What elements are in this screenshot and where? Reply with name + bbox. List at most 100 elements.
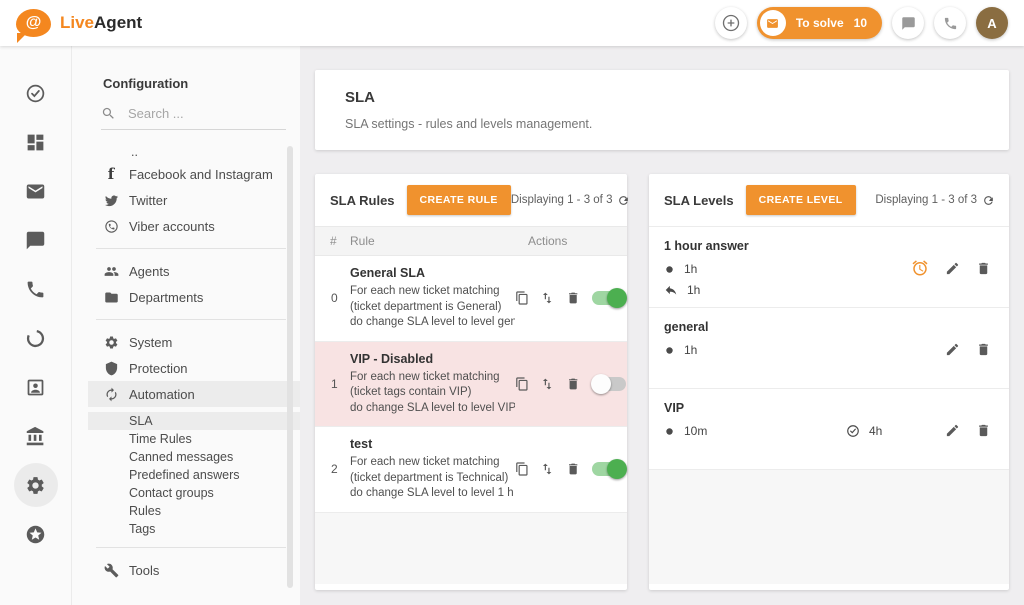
rule-title: General SLA [350, 266, 515, 280]
sidebar-item-viber[interactable]: Viber accounts [72, 213, 300, 239]
trash-icon[interactable] [976, 342, 991, 357]
rule-title: VIP - Disabled [350, 352, 515, 366]
chat-icon [25, 230, 46, 251]
main-content: SLA SLA settings - rules and levels mana… [300, 46, 1024, 605]
viber-icon [103, 218, 119, 234]
sidebar-scrollbar[interactable] [287, 146, 293, 588]
trash-icon[interactable] [566, 461, 580, 477]
sidebar-item-protection[interactable]: Protection [72, 355, 300, 381]
trash-icon[interactable] [566, 376, 580, 392]
level-row: 1 hour answer 1h 1h [649, 226, 1009, 307]
levels-empty-footer [649, 469, 1009, 584]
sidebar-item-facebook[interactable]: f Facebook and Instagram [72, 161, 300, 187]
twitter-icon [103, 192, 119, 208]
rail-dashboard[interactable] [24, 130, 48, 154]
chats-button[interactable] [892, 7, 924, 39]
sidebar-item-tools[interactable]: Tools [72, 557, 300, 583]
brand-live: Live [60, 13, 94, 32]
reorder-icon[interactable] [540, 290, 554, 306]
shield-icon [103, 360, 119, 376]
levels-toolbar: SLA Levels CREATE LEVEL Displaying 1 - 3… [649, 174, 1009, 226]
rail-rewards[interactable] [24, 522, 48, 546]
rules-toolbar: SLA Rules CREATE RULE Displaying 1 - 3 o… [315, 174, 627, 226]
sidebar-item-canned-messages[interactable]: Canned messages [72, 448, 300, 466]
sidebar-item-contact-groups[interactable]: Contact groups [72, 484, 300, 502]
sidebar-item-sla[interactable]: SLA [88, 412, 300, 430]
chat-icon [901, 16, 916, 31]
alarm-icon[interactable] [911, 259, 929, 277]
pencil-icon[interactable] [945, 423, 960, 438]
level-summary: VIP 10m 4h [664, 401, 945, 459]
sidebar-item-predefined-answers[interactable]: Predefined answers [72, 466, 300, 484]
gear-icon [25, 475, 46, 496]
trash-icon[interactable] [566, 290, 580, 306]
sidebar-item-collapsed[interactable]: .. [72, 143, 300, 161]
sidebar-item-system[interactable]: System [72, 329, 300, 355]
header-actions: To solve 10 A [715, 7, 1008, 39]
mail-icon [25, 181, 46, 202]
rail-tickets[interactable] [24, 179, 48, 203]
search-input[interactable] [128, 106, 258, 121]
check-circle-icon [846, 424, 860, 438]
first-answer-time: 10m [664, 424, 839, 438]
enable-toggle[interactable] [591, 374, 627, 394]
sidebar-menu: .. f Facebook and Instagram Twitter Vibe… [72, 130, 300, 592]
sidebar-search [101, 106, 286, 130]
reorder-icon[interactable] [540, 461, 554, 477]
avatar[interactable]: A [976, 7, 1008, 39]
sidebar-item-time-rules[interactable]: Time Rules [72, 430, 300, 448]
copy-icon[interactable] [515, 290, 529, 306]
level-title: VIP [664, 401, 945, 415]
menu-group-org: Agents Departments [72, 249, 300, 319]
add-button[interactable] [715, 7, 747, 39]
create-level-button[interactable]: CREATE LEVEL [746, 185, 856, 215]
avatar-initial: A [987, 16, 996, 31]
rail-customers[interactable] [24, 375, 48, 399]
sidebar-title: Configuration [103, 76, 300, 91]
to-solve-button[interactable]: To solve 10 [757, 7, 882, 39]
sidebar-item-automation[interactable]: Automation [88, 381, 300, 407]
liveagent-logo[interactable]: @ LiveAgent [16, 9, 142, 37]
pencil-icon[interactable] [945, 261, 960, 276]
brand-agent: Agent [94, 13, 142, 32]
copy-icon[interactable] [515, 376, 529, 392]
copy-icon[interactable] [515, 461, 529, 477]
sidebar-item-departments[interactable]: Departments [72, 284, 300, 310]
sidebar-item-rules[interactable]: Rules [72, 502, 300, 520]
logo-bubble-icon: @ [16, 9, 51, 37]
rules-table-header: # Rule Actions [315, 226, 627, 256]
rule-summary: test For each new ticket matching (ticke… [350, 427, 515, 512]
create-rule-button[interactable]: CREATE RULE [407, 185, 511, 215]
enable-toggle[interactable] [591, 459, 627, 479]
trash-icon[interactable] [976, 423, 991, 438]
column-num: # [315, 234, 350, 248]
calls-button[interactable] [934, 7, 966, 39]
refresh-icon[interactable] [982, 194, 995, 207]
rail-status[interactable] [24, 326, 48, 350]
logo-at-glyph: @ [26, 15, 42, 31]
sidebar-item-agents[interactable]: Agents [72, 258, 300, 284]
to-solve-label: To solve [796, 16, 844, 30]
sidebar-item-tags[interactable]: Tags [72, 520, 300, 538]
rail-calls[interactable] [24, 277, 48, 301]
dashboard-grid-icon [25, 132, 46, 153]
rail-settings[interactable] [14, 463, 58, 507]
level-row: VIP 10m 4h [649, 388, 1009, 469]
check-circle-icon [25, 83, 46, 104]
enable-toggle[interactable] [591, 288, 627, 308]
resolve-time: 4h [846, 424, 882, 438]
refresh-icon[interactable] [617, 194, 630, 207]
sla-levels-panel: SLA Levels CREATE LEVEL Displaying 1 - 3… [649, 174, 1009, 590]
reorder-icon[interactable] [540, 376, 554, 392]
page-header-card: SLA SLA settings - rules and levels mana… [315, 70, 1009, 150]
sidebar-item-twitter[interactable]: Twitter [72, 187, 300, 213]
rail-academy[interactable] [24, 424, 48, 448]
sla-rules-panel: SLA Rules CREATE RULE Displaying 1 - 3 o… [315, 174, 627, 590]
rail-chats[interactable] [24, 228, 48, 252]
pencil-icon[interactable] [945, 342, 960, 357]
rule-title: test [350, 437, 515, 451]
trash-icon[interactable] [976, 261, 991, 276]
level-row: general 1h [649, 307, 1009, 388]
rail-resolved-tickets[interactable] [24, 81, 48, 105]
page-title: SLA [345, 89, 979, 106]
